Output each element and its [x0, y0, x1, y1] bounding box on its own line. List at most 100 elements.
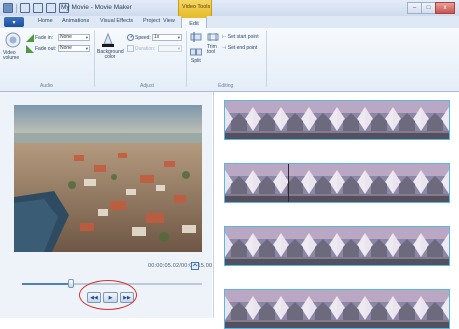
group-label-audio: Audio	[40, 83, 53, 89]
storyboard-clip[interactable]	[224, 226, 450, 266]
save-icon[interactable]	[20, 3, 30, 13]
clip-frame-thumbnail	[365, 164, 393, 202]
clip-frame-thumbnail	[421, 164, 449, 202]
fullscreen-icon[interactable]	[191, 262, 199, 270]
fade-out-icon	[26, 45, 34, 53]
trim-tool-icon[interactable]	[190, 32, 202, 42]
tab-edit[interactable]: Edit	[181, 16, 207, 28]
tab-visual-effects[interactable]: Visual Effects	[100, 18, 133, 24]
file-menu-button[interactable]: ▾	[4, 17, 24, 27]
set-start-icon: ⊢	[222, 34, 227, 40]
clip-frame-thumbnail	[253, 290, 281, 328]
storyboard	[213, 92, 459, 329]
clip-frame-thumbnail	[421, 290, 449, 328]
group-divider	[186, 31, 187, 87]
maximize-button[interactable]: □	[421, 2, 436, 14]
redo-icon[interactable]	[46, 3, 56, 13]
set-end-point-button[interactable]: ⊣ Set end point	[222, 45, 257, 51]
split-label[interactable]: Split	[191, 58, 201, 64]
title-bar: My Movie - Movie Maker Video Tools – □ x	[0, 0, 459, 17]
storyboard-clip[interactable]	[224, 163, 450, 203]
preview-image	[14, 105, 202, 252]
set-start-label: Set start point	[227, 34, 259, 40]
tab-animations[interactable]: Animations	[62, 18, 89, 24]
clip-frame-thumbnail	[281, 290, 309, 328]
context-header-label: Video Tools	[182, 4, 211, 10]
clip-frame-thumbnail	[225, 227, 253, 265]
tab-home[interactable]: Home	[38, 18, 53, 24]
storyboard-clip[interactable]	[224, 100, 450, 140]
tab-project[interactable]: Project	[143, 18, 160, 24]
clip-frame-thumbnail	[337, 101, 365, 139]
clip-frame-thumbnail	[393, 290, 421, 328]
fade-in-value: None	[60, 34, 72, 40]
highlight-circle-annotation	[79, 280, 137, 310]
window-controls: – □ x	[407, 2, 455, 14]
fade-out-label: Fade out:	[35, 46, 57, 52]
trim-icon[interactable]	[207, 32, 219, 42]
trim-tool-label[interactable]: Trim tool	[207, 45, 219, 55]
dropdown-arrow-icon: ▾	[177, 35, 180, 40]
group-label-adjust: Adjust	[140, 83, 154, 89]
clip-frame-thumbnail	[281, 227, 309, 265]
background-color-label[interactable]: Background color	[97, 50, 124, 60]
clip-frame-thumbnail	[365, 227, 393, 265]
split-icon[interactable]	[190, 47, 202, 57]
fade-out-select[interactable]: None ▾	[58, 45, 90, 52]
clip-frame-thumbnail	[281, 101, 309, 139]
duration-icon	[127, 45, 134, 52]
tab-view[interactable]: View	[163, 18, 175, 24]
clip-frame-thumbnail	[393, 101, 421, 139]
quick-access-toolbar	[3, 3, 69, 13]
seek-handle[interactable]	[67, 279, 74, 288]
video-volume-icon[interactable]	[5, 32, 21, 50]
speed-icon	[127, 34, 134, 41]
clip-frame-thumbnail	[393, 227, 421, 265]
clip-frame-thumbnail	[421, 101, 449, 139]
speed-select[interactable]: 1x ▾	[152, 34, 182, 41]
ribbon: Video volume Fade in: None ▾ Fade out: No…	[0, 28, 459, 92]
speed-label: Speed:	[135, 35, 151, 41]
background-color-icon[interactable]	[101, 32, 115, 48]
fade-out-value: None	[60, 45, 72, 51]
close-button[interactable]: x	[435, 2, 455, 14]
fade-in-select[interactable]: None ▾	[58, 34, 90, 41]
playhead-marker[interactable]	[288, 164, 289, 202]
seek-bar-fill	[22, 283, 71, 285]
clip-frame-thumbnail	[253, 227, 281, 265]
clip-frame-thumbnail	[225, 101, 253, 139]
duration-select[interactable]: ▾	[158, 45, 182, 52]
storyboard-clip[interactable]	[224, 289, 450, 329]
video-volume-label[interactable]: Video volume	[3, 51, 23, 61]
app-icon	[3, 3, 13, 13]
set-start-point-button[interactable]: ⊢ Set start point	[222, 34, 259, 40]
clip-frame-thumbnail	[365, 290, 393, 328]
group-divider	[266, 31, 267, 87]
video-preview[interactable]	[14, 105, 202, 252]
undo-icon[interactable]	[33, 3, 43, 13]
set-end-label: Set end point	[227, 45, 258, 51]
minimize-button[interactable]: –	[407, 2, 422, 14]
clip-frame-thumbnail	[309, 101, 337, 139]
clip-frame-thumbnail	[337, 290, 365, 328]
clip-frame-thumbnail	[365, 101, 393, 139]
video-tools-context-header: Video Tools	[178, 0, 212, 16]
clip-frame-thumbnail	[393, 164, 421, 202]
divider	[16, 3, 17, 13]
fade-in-label: Fade in:	[35, 35, 54, 41]
clip-frame-thumbnail	[421, 227, 449, 265]
file-menu-arrow-icon: ▾	[12, 19, 16, 26]
clip-frame-thumbnail	[309, 164, 337, 202]
clip-frame-thumbnail	[309, 227, 337, 265]
clip-frame-thumbnail	[337, 164, 365, 202]
dropdown-arrow-icon: ▾	[85, 46, 88, 51]
speed-value: 1x	[154, 34, 160, 40]
duration-label: Duration:	[135, 46, 156, 52]
clip-frame-thumbnail	[337, 227, 365, 265]
group-divider	[94, 31, 95, 87]
clip-frame-thumbnail	[225, 290, 253, 328]
dropdown-arrow-icon: ▾	[177, 46, 180, 51]
set-end-icon: ⊣	[222, 45, 227, 51]
group-label-editing: Editing	[218, 83, 234, 89]
clip-frame-thumbnail	[253, 164, 281, 202]
